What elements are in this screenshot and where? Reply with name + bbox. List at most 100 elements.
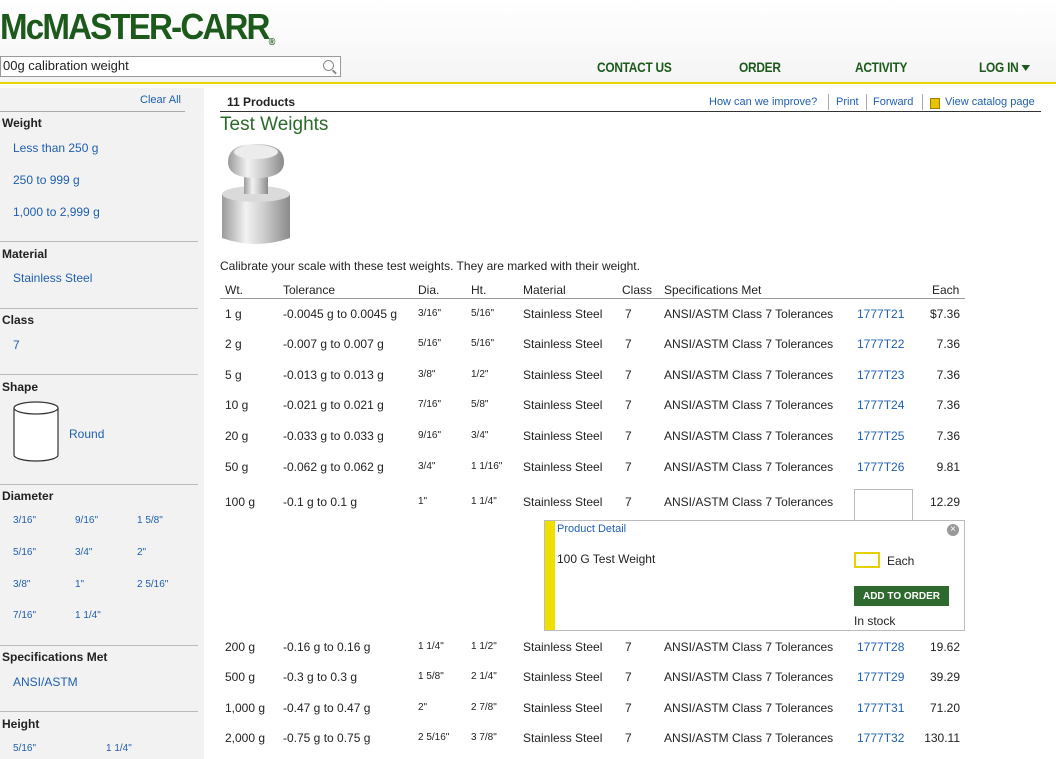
close-icon[interactable]: × — [947, 524, 959, 536]
cell-material: Stainless Steel — [523, 701, 603, 715]
cell-class: 7 — [625, 731, 632, 745]
filter-diameter-option[interactable]: 1 1/4" — [75, 610, 101, 621]
page-title: Test Weights — [220, 114, 329, 135]
cell-class: 7 — [625, 670, 632, 684]
product-description: Calibrate your scale with these test wei… — [220, 259, 640, 273]
detail-title: Product Detail — [557, 523, 627, 535]
cell-specification: ANSI/ASTM Class 7 Tolerances — [664, 640, 834, 654]
nav-order[interactable]: ORDER — [739, 59, 781, 75]
clear-all-link[interactable]: Clear All — [140, 94, 181, 106]
product-count: 11 Products — [227, 95, 296, 109]
filter-diameter-option[interactable]: 5/16" — [13, 547, 36, 558]
filter-diameter-option[interactable]: 3/8" — [13, 579, 30, 590]
filter-height-option[interactable]: 1 1/4" — [106, 743, 132, 754]
column-header: Class — [622, 283, 653, 297]
filter-diameter-option[interactable]: 7/16" — [13, 610, 36, 621]
filter-weight-option[interactable]: 1,000 to 2,999 g — [13, 205, 100, 219]
add-to-order-button[interactable]: ADD TO ORDER — [854, 586, 949, 606]
cell-class: 7 — [625, 429, 632, 443]
filter-heading-specifications: Specifications Met — [2, 650, 108, 664]
cell-tolerance: -0.1 g to 0.1 g — [283, 495, 358, 509]
cell-diameter: 3/4" — [418, 461, 436, 472]
cell-height: 5/8" — [471, 399, 489, 410]
column-header: Material — [523, 283, 566, 297]
round-shape-icon[interactable] — [13, 401, 59, 462]
cell-height: 2 1/4" — [471, 671, 497, 682]
divider — [922, 94, 923, 110]
cell-weight: 50 g — [225, 460, 249, 474]
filter-diameter-option[interactable]: 2" — [137, 547, 146, 558]
cell-weight: 100 g — [225, 495, 256, 509]
cell-material: Stainless Steel — [523, 307, 603, 321]
filter-diameter-option[interactable]: 1 5/8" — [137, 515, 163, 526]
filter-diameter-option[interactable]: 2 5/16" — [137, 579, 168, 590]
filter-diameter-option[interactable]: 9/16" — [75, 515, 98, 526]
site-header: McMASTER-CARR® CONTACT US ORDER ACTIVITY… — [0, 0, 1056, 84]
cell-class: 7 — [625, 337, 632, 351]
filter-heading-class: Class — [2, 313, 35, 327]
cell-tolerance: -0.16 g to 0.16 g — [283, 640, 371, 654]
forward-link[interactable]: Forward — [873, 96, 913, 108]
cell-specification: ANSI/ASTM Class 7 Tolerances — [664, 460, 834, 474]
column-header: Ht. — [471, 283, 487, 297]
filter-material-option[interactable]: Stainless Steel — [13, 271, 92, 285]
cell-class: 7 — [625, 640, 632, 654]
cell-class: 7 — [625, 368, 632, 382]
filter-heading-diameter: Diameter — [2, 489, 54, 503]
view-catalog-page-link[interactable]: View catalog page — [945, 96, 1035, 108]
cell-price: $7.36 — [929, 307, 960, 321]
cell-material: Stainless Steel — [523, 337, 603, 351]
filter-diameter-option[interactable]: 3/4" — [75, 547, 92, 558]
site-logo[interactable]: McMASTER-CARR® — [0, 6, 275, 48]
filter-height-option[interactable]: 5/16" — [13, 743, 36, 754]
column-header: Each — [932, 283, 960, 297]
header-divider — [0, 82, 1056, 84]
filter-diameter-option[interactable]: 1" — [75, 579, 84, 590]
filter-weight-option[interactable]: Less than 250 g — [13, 141, 98, 155]
cell-specification: ANSI/ASTM Class 7 Tolerances — [664, 398, 834, 412]
cell-specification: ANSI/ASTM Class 7 Tolerances — [664, 429, 834, 443]
cell-height: 1 1/4" — [471, 496, 497, 507]
cell-price: 39.29 — [929, 670, 960, 684]
cell-specification: ANSI/ASTM Class 7 Tolerances — [664, 495, 834, 509]
filter-specs-option[interactable]: ANSI/ASTM — [13, 675, 78, 689]
search-icon[interactable] — [323, 60, 334, 71]
product-image[interactable] — [220, 140, 292, 246]
nav-activity[interactable]: ACTIVITY — [855, 59, 907, 75]
search-input[interactable] — [1, 57, 303, 74]
cell-price: 7.36 — [936, 429, 960, 443]
cell-specification: ANSI/ASTM Class 7 Tolerances — [664, 731, 834, 745]
quantity-input[interactable] — [854, 552, 880, 568]
cell-specification: ANSI/ASTM Class 7 Tolerances — [664, 701, 834, 715]
cell-diameter: 2" — [418, 702, 428, 713]
nav-contact-us[interactable]: CONTACT US — [597, 59, 672, 75]
cell-weight: 200 g — [225, 640, 256, 654]
cell-tolerance: -0.75 g to 0.75 g — [283, 731, 371, 745]
filter-class-option[interactable]: 7 — [13, 338, 20, 352]
detail-product-name: 100 G Test Weight — [557, 552, 656, 566]
divider — [0, 711, 198, 712]
filter-diameter-option[interactable]: 3/16" — [13, 515, 36, 526]
catalog-page-icon[interactable] — [930, 98, 940, 109]
cell-class: 7 — [625, 460, 632, 474]
print-link[interactable]: Print — [836, 96, 859, 108]
cell-diameter: 2 5/16" — [418, 732, 450, 743]
cell-height: 5/16" — [471, 308, 495, 319]
cell-diameter: 1 5/8" — [418, 671, 444, 682]
cell-weight: 2 g — [225, 337, 242, 351]
divider — [220, 298, 965, 299]
nav-log-in[interactable]: LOG IN — [979, 59, 1031, 75]
column-header: Dia. — [418, 283, 440, 297]
cell-weight: 2,000 g — [225, 731, 266, 745]
search-box[interactable] — [0, 56, 341, 77]
cell-height: 1 1/2" — [471, 641, 497, 652]
cell-class: 7 — [625, 701, 632, 715]
filter-shape-option[interactable]: Round — [69, 427, 104, 441]
cell-weight: 10 g — [225, 398, 249, 412]
filter-weight-option[interactable]: 250 to 999 g — [13, 173, 80, 187]
cell-class: 7 — [625, 398, 632, 412]
cell-diameter: 1 1/4" — [418, 641, 444, 652]
feedback-link[interactable]: How can we improve? — [709, 96, 817, 108]
cell-material: Stainless Steel — [523, 495, 603, 509]
cell-diameter: 1" — [418, 496, 428, 507]
